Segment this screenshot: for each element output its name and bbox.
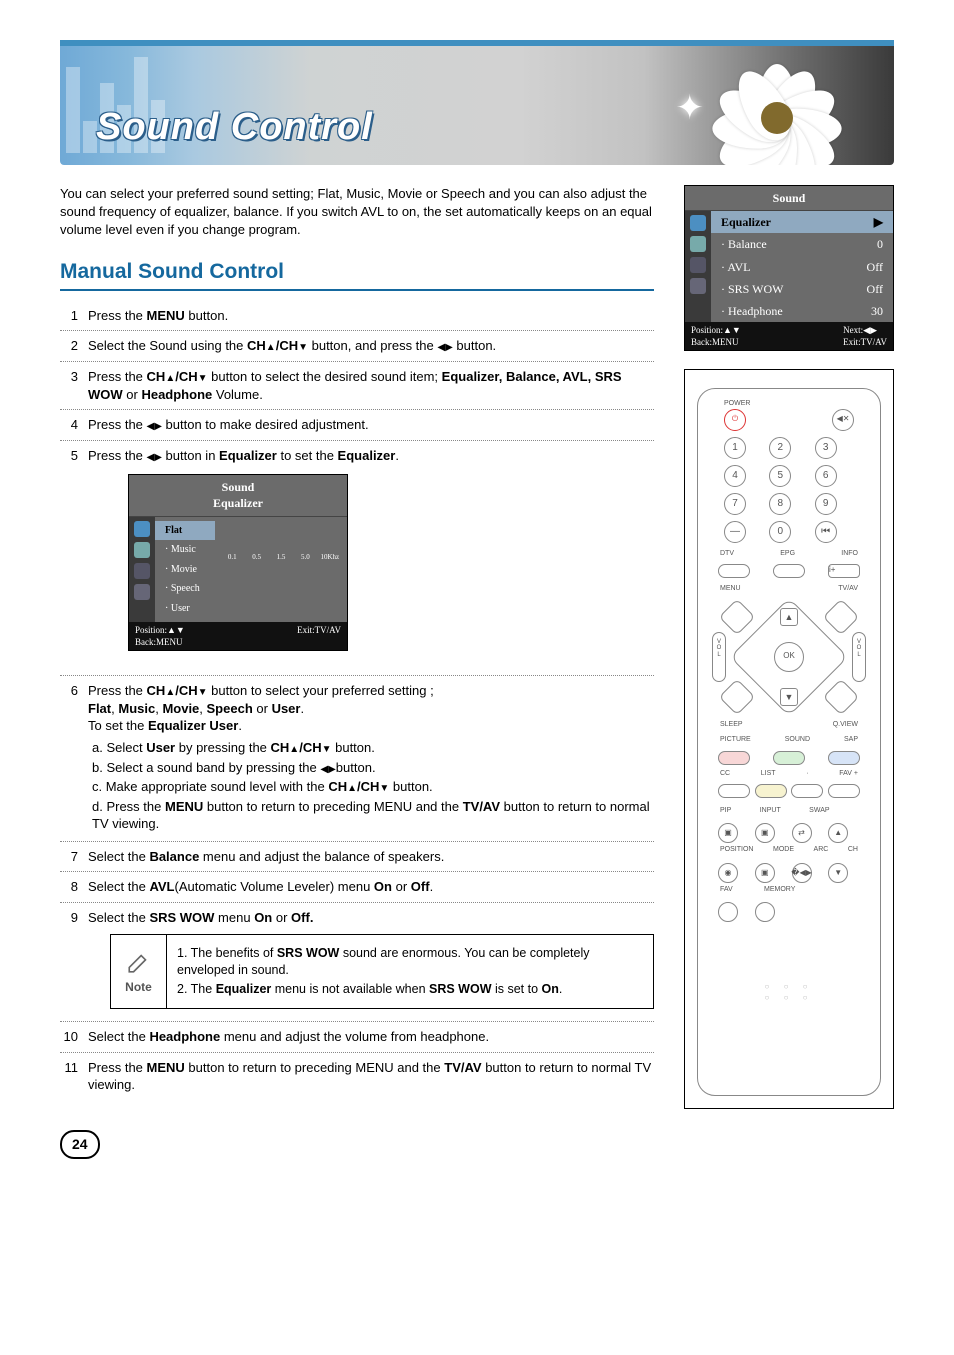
step-2: 2 Select the Sound using the CH▲/CH▼ but… <box>60 331 654 362</box>
note-box: Note 1. The benefits of SRS WOW sound ar… <box>110 934 654 1009</box>
sparkle-icon: ✦ <box>676 86 705 132</box>
osd-sound-menu: Sound Equalizer▶ Balance0 AVLOff SRS WOW… <box>684 185 894 351</box>
mute-button-icon: ◀✕ <box>832 409 854 431</box>
step-3: 3 Press the CH▲/CH▼ button to select the… <box>60 362 654 410</box>
section-heading: Manual Sound Control <box>60 258 654 291</box>
step-4: 4 Press the ◀▶ button to make desired ad… <box>60 410 654 441</box>
pencil-icon <box>126 949 152 975</box>
up-triangle-icon: ▲ <box>266 341 276 355</box>
step-1: 1 Press the MENU button. <box>60 301 654 332</box>
vol-left: V O L <box>712 632 726 682</box>
power-button-icon: ⏻ <box>724 409 746 431</box>
remote-illustration: POWER ⏻ ◀✕ 123 456 789 —0⏮ DTVEPGINFO i+… <box>684 369 894 1109</box>
down-arrow-icon: ▼ <box>780 688 798 706</box>
flower-icon <box>729 54 824 149</box>
down-triangle-icon: ▼ <box>298 341 308 355</box>
steps-list: 1 Press the MENU button. 2 Select the So… <box>60 301 654 1100</box>
up-arrow-icon: ▲ <box>780 608 798 626</box>
step-9: 9 Select the SRS WOW menu On or Off. Not… <box>60 903 654 1021</box>
page-banner: ✦ Sound Control <box>60 40 894 165</box>
step-7: 7 Select the Balance menu and adjust the… <box>60 842 654 873</box>
osd-equalizer: SoundEqualizer Flat Music Movie Speech U… <box>128 474 348 651</box>
step-5: 5 Press the ◀▶ button in Equalizer to se… <box>60 441 654 676</box>
dpad: ▲ ▼ V O L V O L OK <box>710 602 868 712</box>
page-number: 24 <box>60 1130 654 1159</box>
vol-right: V O L <box>852 632 866 682</box>
right-triangle-icon: ▶ <box>445 341 453 355</box>
number-pad: 123 456 789 —0⏮ <box>724 437 854 543</box>
step-11: 11 Press the MENU button to return to pr… <box>60 1053 654 1100</box>
step-8: 8 Select the AVL(Automatic Volume Levele… <box>60 872 654 903</box>
step-10: 10 Select the Headphone menu and adjust … <box>60 1021 654 1053</box>
step-6: 6 Press the CH▲/CH▼ button to select you… <box>60 675 654 841</box>
left-triangle-icon: ◀ <box>437 341 445 355</box>
page-title: Sound Control <box>96 102 373 153</box>
intro-text: You can select your preferred sound sett… <box>60 185 654 240</box>
